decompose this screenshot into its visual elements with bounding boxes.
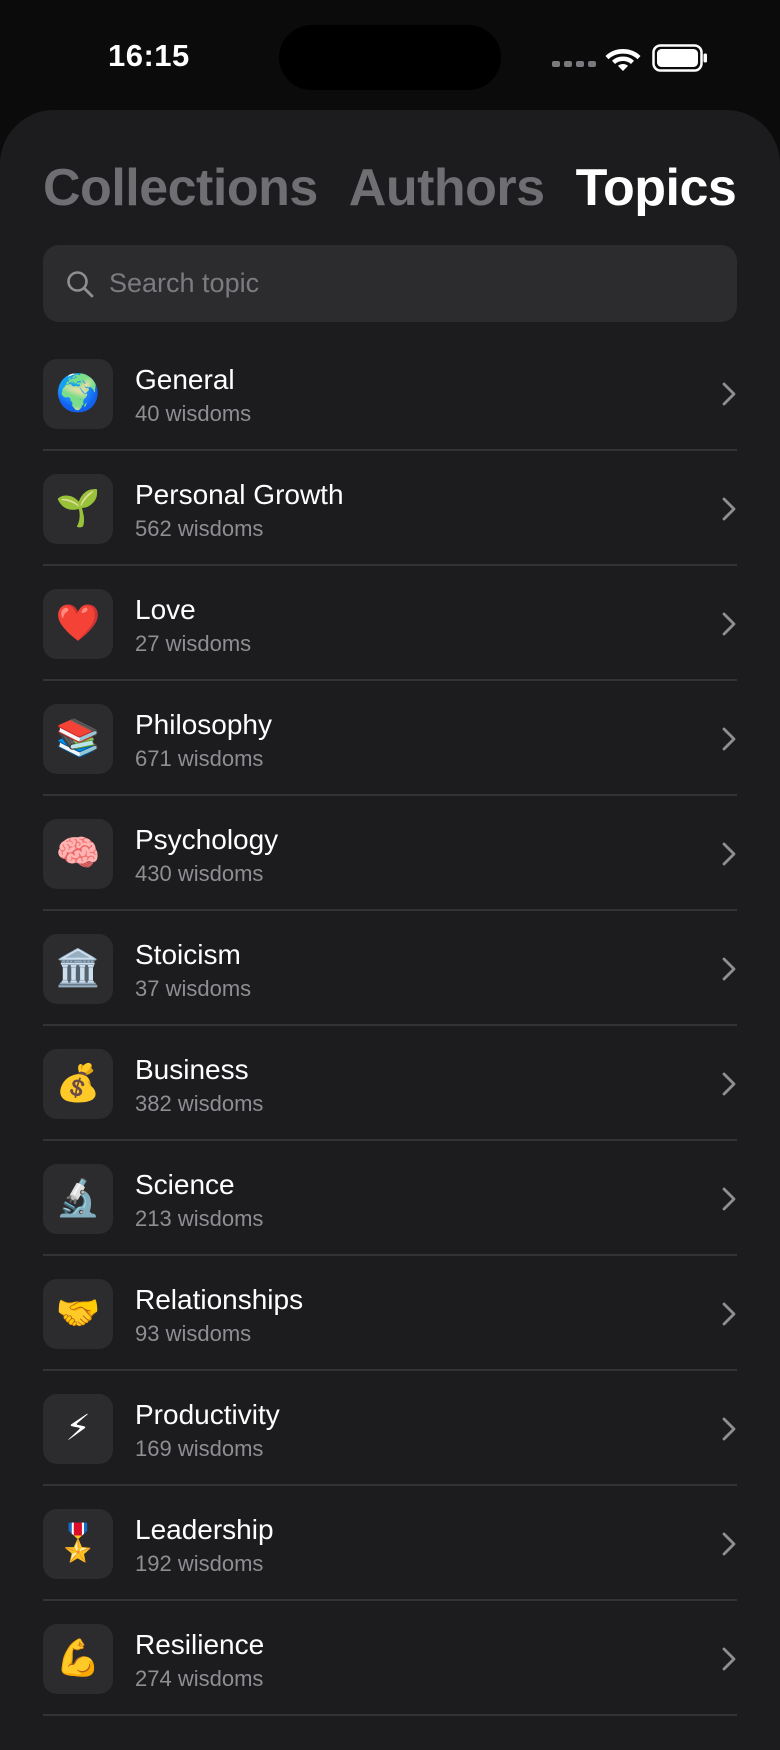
topic-name: Business: [135, 1054, 249, 1085]
status-time: 16:15: [108, 38, 190, 73]
topic-row-productivity[interactable]: ⚡ Productivity 169 wisdoms: [43, 1371, 737, 1486]
topic-count: 213 wisdoms: [135, 1206, 264, 1231]
topic-name: Resilience: [135, 1629, 265, 1660]
lightning-icon: ⚡: [43, 1394, 113, 1464]
books-icon: 📚: [43, 704, 113, 774]
topic-count: 274 wisdoms: [135, 1666, 264, 1691]
search-bar[interactable]: [43, 245, 737, 322]
topic-count: 27 wisdoms: [135, 631, 252, 656]
dynamic-island: [279, 25, 501, 90]
chevron-right-icon: [722, 1302, 736, 1326]
chevron-right-icon: [722, 382, 736, 406]
topic-row-science[interactable]: 🔬 Science 213 wisdoms: [43, 1141, 737, 1256]
topic-name: Stoicism: [135, 939, 241, 970]
topic-name: Love: [135, 594, 196, 625]
topic-count: 37 wisdoms: [135, 976, 252, 1001]
cellular-signal-icon: [552, 61, 596, 67]
topics-sheet: Collections Authors Topics 🌍 General 40 …: [0, 110, 780, 1750]
topic-row-general[interactable]: 🌍 General 40 wisdoms: [43, 336, 737, 451]
segment-tabs: Collections Authors Topics: [43, 158, 737, 218]
topic-row-love[interactable]: ❤️ Love 27 wisdoms: [43, 566, 737, 681]
search-input[interactable]: [109, 268, 709, 299]
chevron-right-icon: [722, 957, 736, 981]
topic-list: 🌍 General 40 wisdoms 🌱 Personal Growth 5…: [43, 336, 737, 1716]
topic-row-resilience[interactable]: 💪 Resilience 274 wisdoms: [43, 1601, 737, 1716]
tab-collections[interactable]: Collections: [43, 158, 318, 218]
chevron-right-icon: [722, 497, 736, 521]
heart-icon: ❤️: [43, 589, 113, 659]
topic-count: 382 wisdoms: [135, 1091, 264, 1116]
topic-row-relationships[interactable]: 🤝 Relationships 93 wisdoms: [43, 1256, 737, 1371]
topic-name: General: [135, 364, 235, 395]
topic-count: 671 wisdoms: [135, 746, 264, 771]
topic-name: Personal Growth: [135, 479, 344, 510]
topic-count: 40 wisdoms: [135, 401, 252, 426]
brain-icon: 🧠: [43, 819, 113, 889]
topic-row-stoicism[interactable]: 🏛️ Stoicism 37 wisdoms: [43, 911, 737, 1026]
topic-row-business[interactable]: 💰 Business 382 wisdoms: [43, 1026, 737, 1141]
topic-name: Leadership: [135, 1514, 274, 1545]
chevron-right-icon: [722, 1532, 736, 1556]
topic-name: Relationships: [135, 1284, 304, 1315]
handshake-icon: 🤝: [43, 1279, 113, 1349]
globe-icon: 🌍: [43, 359, 113, 429]
topic-row-personal-growth[interactable]: 🌱 Personal Growth 562 wisdoms: [43, 451, 737, 566]
topic-count: 192 wisdoms: [135, 1551, 264, 1576]
topic-name: Science: [135, 1169, 235, 1200]
battery-icon: [652, 44, 707, 72]
search-icon: [67, 270, 94, 297]
chevron-right-icon: [722, 1072, 736, 1096]
topic-name: Psychology: [135, 824, 279, 855]
wifi-icon: [605, 49, 641, 71]
tab-topics[interactable]: Topics: [576, 158, 737, 218]
seedling-icon: 🌱: [43, 474, 113, 544]
tab-authors[interactable]: Authors: [349, 158, 545, 218]
topic-name: Philosophy: [135, 709, 272, 740]
topic-name: Productivity: [135, 1399, 280, 1430]
money-bag-icon: 💰: [43, 1049, 113, 1119]
topic-row-leadership[interactable]: 🎖️ Leadership 192 wisdoms: [43, 1486, 737, 1601]
classical-building-icon: 🏛️: [43, 934, 113, 1004]
topic-row-psychology[interactable]: 🧠 Psychology 430 wisdoms: [43, 796, 737, 911]
topic-count: 93 wisdoms: [135, 1321, 252, 1346]
topic-row-philosophy[interactable]: 📚 Philosophy 671 wisdoms: [43, 681, 737, 796]
microscope-icon: 🔬: [43, 1164, 113, 1234]
topic-count: 430 wisdoms: [135, 861, 264, 886]
status-bar: 16:15: [0, 0, 780, 110]
chevron-right-icon: [722, 612, 736, 636]
topic-count: 169 wisdoms: [135, 1436, 264, 1461]
chevron-right-icon: [722, 842, 736, 866]
topic-count: 562 wisdoms: [135, 516, 264, 541]
flexed-biceps-icon: 💪: [43, 1624, 113, 1694]
chevron-right-icon: [722, 1187, 736, 1211]
chevron-right-icon: [722, 1647, 736, 1671]
medal-icon: 🎖️: [43, 1509, 113, 1579]
chevron-right-icon: [722, 1417, 736, 1441]
chevron-right-icon: [722, 727, 736, 751]
